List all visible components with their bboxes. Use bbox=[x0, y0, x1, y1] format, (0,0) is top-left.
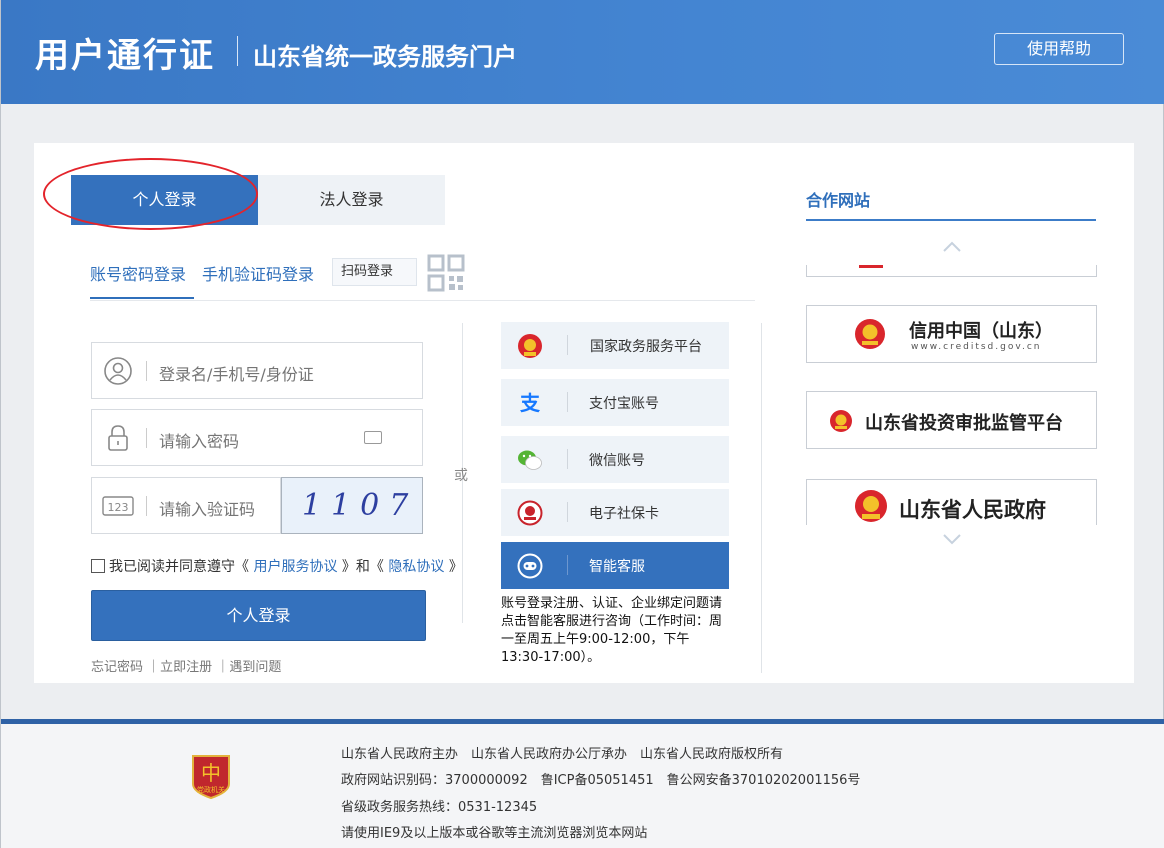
tab-legal-person-login[interactable]: 法人登录 bbox=[258, 175, 445, 225]
forgot-password-link[interactable]: 忘记密码 bbox=[91, 660, 143, 675]
privacy-agreement-link[interactable]: 隐私协议 bbox=[388, 559, 444, 575]
register-link[interactable]: 立即注册 bbox=[160, 660, 212, 675]
national-emblem-icon bbox=[518, 334, 542, 358]
partners-divider bbox=[761, 323, 762, 673]
service-hours-note: 账号登录注册、认证、企业绑定问题请点击智能客服进行咨询（工作时间：周一至周五上午… bbox=[501, 596, 723, 665]
lock-icon bbox=[108, 425, 128, 451]
party-government-badge[interactable]: 中 党政机关 bbox=[189, 752, 233, 800]
svg-text:党政机关: 党政机关 bbox=[197, 785, 225, 794]
svg-text:支: 支 bbox=[520, 391, 541, 415]
chevron-up-icon[interactable] bbox=[942, 241, 962, 253]
footer-browser-note: 请使用IE9及以上版本或谷歌等主流浏览器浏览本网站 bbox=[341, 826, 648, 841]
alipay-login[interactable]: 支 支付宝账号 bbox=[501, 379, 729, 426]
credit-china-name: 信用中国（山东） bbox=[909, 321, 1053, 342]
national-emblem-icon bbox=[830, 410, 852, 432]
field-separator bbox=[146, 496, 147, 516]
partner-card-credit-china[interactable]: 信用中国（山东） www.creditsd.gov.cn bbox=[806, 305, 1097, 363]
agreement-mid: 》和《 bbox=[341, 559, 384, 575]
footer-organizers: 山东省人民政府主办 山东省人民政府办公厅承办 山东省人民政府版权所有 bbox=[341, 747, 784, 762]
national-emblem-icon bbox=[855, 490, 887, 522]
alipay-icon: 支 bbox=[520, 391, 541, 415]
partners-underline bbox=[806, 219, 1096, 221]
social-security-login[interactable]: 电子社保卡 bbox=[501, 489, 729, 536]
mode-divider bbox=[90, 300, 755, 301]
provincial-government-name: 山东省人民政府 bbox=[899, 498, 1046, 522]
wechat-login[interactable]: 微信账号 bbox=[501, 436, 729, 483]
captcha-image[interactable]: 1107 bbox=[281, 477, 423, 534]
field-separator bbox=[146, 428, 147, 448]
captcha-placeholder: 请输入验证码 bbox=[159, 500, 256, 519]
login-panel: 个人登录 法人登录 账号密码登录 手机验证码登录 扫码登录 登录名/手机号/身份… bbox=[34, 143, 1134, 683]
agreement-prefix: 我已阅读并同意遵守《 bbox=[109, 559, 249, 575]
password-placeholder: 请输入密码 bbox=[159, 432, 240, 451]
credit-china-url: www.creditsd.gov.cn bbox=[911, 342, 1042, 352]
or-label: 或 bbox=[454, 468, 468, 484]
national-platform-login[interactable]: 国家政务服务平台 bbox=[501, 322, 729, 369]
keyboard-icon[interactable] bbox=[364, 431, 382, 444]
chevron-down-icon[interactable] bbox=[942, 533, 962, 545]
svg-text:中: 中 bbox=[201, 761, 221, 785]
national-platform-label: 国家政务服务平台 bbox=[590, 339, 702, 355]
help-button[interactable]: 使用帮助 bbox=[994, 33, 1124, 65]
user-service-agreement-link[interactable]: 用户服务协议 bbox=[253, 559, 337, 575]
portal-title: 山东省统一政务服务门户 bbox=[253, 43, 517, 71]
partner-card-investment-platform[interactable]: 山东省投资审批监管平台 bbox=[806, 391, 1097, 449]
captcha-text: 1107 bbox=[302, 488, 419, 523]
auxiliary-links: 忘记密码 ｜立即注册 ｜遇到问题 bbox=[91, 660, 282, 675]
username-field[interactable]: 登录名/手机号/身份证 bbox=[91, 342, 423, 399]
mode-qr-login[interactable]: 扫码登录 bbox=[332, 258, 417, 286]
user-icon bbox=[104, 357, 132, 385]
footer-hotline: 省级政务服务热线：0531-12345 bbox=[341, 800, 538, 815]
agreement-suffix: 》 bbox=[448, 559, 463, 575]
field-separator bbox=[146, 361, 147, 381]
top-header: 用户通行证 山东省统一政务服务门户 使用帮助 bbox=[1, 0, 1164, 104]
header-divider bbox=[237, 36, 238, 66]
partners-title: 合作网站 bbox=[806, 191, 871, 210]
partner-card-partial[interactable] bbox=[806, 265, 1097, 277]
smart-service-icon bbox=[517, 553, 543, 579]
investment-platform-name: 山东省投资审批监管平台 bbox=[865, 413, 1063, 434]
agreement-row: 我已阅读并同意遵守《 用户服务协议 》和《 隐私协议 》 bbox=[91, 556, 463, 576]
active-mode-underline bbox=[90, 297, 194, 299]
mode-sms-login[interactable]: 手机验证码登录 bbox=[202, 261, 314, 285]
help-problem-link[interactable]: 遇到问题 bbox=[229, 660, 281, 675]
agreement-checkbox[interactable] bbox=[91, 559, 105, 573]
brand-title: 用户通行证 bbox=[35, 36, 215, 76]
social-security-label: 电子社保卡 bbox=[589, 506, 659, 522]
username-placeholder: 登录名/手机号/身份证 bbox=[159, 365, 314, 384]
personal-login-button[interactable]: 个人登录 bbox=[91, 590, 426, 641]
password-field[interactable]: 请输入密码 bbox=[91, 409, 423, 466]
wechat-label: 微信账号 bbox=[589, 453, 645, 469]
qr-code-icon[interactable] bbox=[427, 254, 465, 292]
footer-registration: 政府网站识别码：3700000092 鲁ICP备05051451 鲁公网安备37… bbox=[341, 773, 861, 788]
smart-service-button[interactable]: 智能客服 bbox=[501, 542, 729, 589]
svg-text:123: 123 bbox=[108, 501, 129, 514]
red-circle-annotation bbox=[43, 158, 258, 230]
partial-emblem-fragment bbox=[859, 265, 883, 268]
captcha-number-icon: 123 bbox=[102, 496, 134, 516]
national-emblem-icon bbox=[855, 319, 885, 349]
captcha-field[interactable]: 123 请输入验证码 bbox=[91, 477, 281, 534]
mode-password-login[interactable]: 账号密码登录 bbox=[90, 261, 186, 285]
partner-card-provincial-government[interactable]: 山东省人民政府 bbox=[806, 479, 1097, 525]
smart-service-label: 智能客服 bbox=[589, 559, 645, 575]
alipay-label: 支付宝账号 bbox=[589, 396, 659, 412]
social-security-icon bbox=[517, 500, 543, 526]
wechat-icon bbox=[518, 450, 542, 470]
